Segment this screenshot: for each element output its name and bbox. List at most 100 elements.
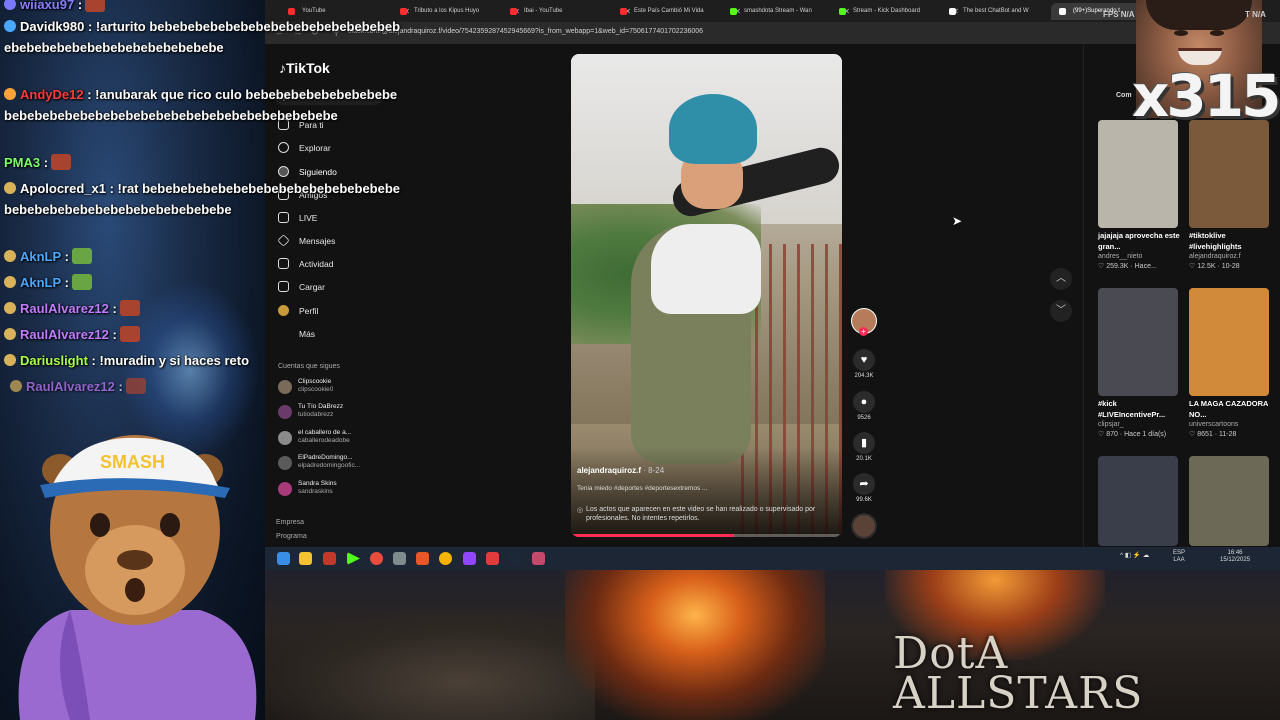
recommended-video[interactable]: #kick #LIVEIncentivePr... clipsjar_ ♡ 87… — [1098, 288, 1180, 440]
video-progress-fill — [571, 534, 734, 537]
video-date: · 8-24 — [643, 466, 665, 475]
chat-message: Apolocred_x1 : !rat bebebebebebebebebebe… — [4, 178, 400, 220]
windows-taskbar: ^ ◧ ⚡ ☁ ESP LAA 16:46 15/12/2025 — [265, 547, 1280, 570]
video-thumbnail — [1189, 288, 1269, 396]
footer-link-programa[interactable]: Programa — [276, 533, 307, 540]
video-title: #tiktoklive #livehighlights — [1189, 231, 1242, 251]
language-indicator[interactable]: ESP LAA — [1173, 550, 1185, 564]
tiktok-page: ♪TikTok ⚲ Buscar Para ti Explorar Siguien… — [265, 44, 1280, 547]
nav-perfil[interactable]: Perfil — [278, 303, 318, 319]
comment-icon: ● — [853, 391, 875, 413]
avatar — [278, 431, 292, 445]
video-thumbnail — [1189, 456, 1269, 546]
recommended-video[interactable] — [1189, 456, 1271, 546]
video-user: alejandraquiroz.f — [1189, 253, 1241, 260]
nav-cargar[interactable]: Cargar — [278, 279, 325, 295]
video-title: LA MAGA CAZADORA NO... — [1189, 399, 1269, 419]
kick-icon — [839, 8, 846, 15]
windows-start-icon[interactable] — [277, 552, 290, 565]
subscriber-badge-icon — [4, 182, 16, 194]
like-button[interactable]: ♥ 204.3K — [850, 349, 878, 379]
tiktok-logo[interactable]: ♪TikTok — [279, 60, 330, 76]
app-icon[interactable] — [323, 552, 336, 565]
play-icon[interactable] — [347, 552, 360, 565]
emote-icon — [51, 154, 72, 170]
video-thumbnail — [1098, 120, 1178, 228]
video-thumbnail — [1098, 288, 1178, 396]
steam-icon[interactable] — [509, 552, 522, 565]
chat-message: Davidk980 : !arturito bebebebebebebebebe… — [4, 16, 400, 58]
nav-label: Actividad — [299, 259, 334, 269]
account-name: Clipscookie — [298, 378, 332, 385]
next-video-chevron-down-icon[interactable]: ﹀ — [1050, 300, 1072, 322]
app-icon[interactable] — [486, 552, 499, 565]
webcam-eye — [1174, 30, 1188, 36]
webcam-eye — [1210, 30, 1224, 36]
chat-message: wiiaxu97 : — [4, 0, 106, 15]
frog-emote-icon — [71, 248, 92, 264]
chat-message: RaulAlvarez12 : — [4, 324, 140, 345]
app-icon[interactable] — [393, 552, 406, 565]
chat-text: : — [64, 249, 69, 264]
chat-text: : — [112, 301, 117, 316]
kick-icon — [730, 8, 737, 15]
following-account[interactable]: el caballero de a... caballerodeadobe — [278, 429, 351, 449]
share-count: 99.6K — [856, 497, 872, 503]
tab-comments[interactable]: Com — [1116, 92, 1132, 99]
nav-mensajes[interactable]: Mensajes — [277, 233, 335, 249]
system-tray-icons[interactable]: ^ ◧ ⚡ ☁ — [1120, 551, 1149, 559]
chat-username: AknLP — [20, 275, 61, 290]
video-user: clipsjar_ — [1098, 421, 1124, 428]
profile-avatar-icon — [278, 305, 289, 316]
chat-message: Dariuslight : !muradin y si haces reto — [4, 350, 249, 371]
url-input[interactable]: tiktok.com/@alejandraquiroz.f/video/7542… — [348, 28, 703, 35]
fps-readout: FPS N/A — [1103, 10, 1135, 19]
following-account[interactable]: Sandra Skins sandraskins — [278, 480, 337, 500]
twitch-icon[interactable] — [463, 552, 476, 565]
emote-icon — [125, 378, 146, 394]
file-explorer-icon[interactable] — [299, 552, 312, 565]
nav-actividad[interactable]: Actividad — [278, 256, 334, 272]
avatar — [278, 482, 292, 496]
footer-link-empresa[interactable]: Empresa — [276, 519, 304, 526]
app-icon[interactable] — [532, 552, 545, 565]
account-handle: clipscookie0 — [298, 386, 334, 393]
following-account[interactable]: Clipscookie clipscookie0 — [278, 378, 333, 398]
clock-time: 16:46 — [1227, 550, 1243, 556]
chat-username: Apolocred_x1 — [20, 181, 106, 196]
subscriber-badge-icon — [4, 250, 16, 262]
subscriber-badge-icon — [4, 88, 16, 100]
emote-icon — [119, 326, 140, 342]
video-author[interactable]: alejandraquiroz.f · 8-24 — [577, 466, 664, 475]
music-disc-icon[interactable] — [851, 513, 877, 539]
keyboard-layout: LAA — [1173, 557, 1185, 563]
recommended-video[interactable]: #tiktoklive #livehighlights alejandraqui… — [1189, 120, 1271, 272]
follow-plus-icon[interactable]: + — [859, 327, 868, 336]
subscriber-badge-icon — [4, 354, 16, 366]
chat-text: : — [118, 379, 123, 394]
following-account[interactable]: ElPadreDomingo... elpadredomingoofic... — [278, 454, 360, 474]
recommended-video[interactable] — [1098, 456, 1180, 546]
app-icon[interactable] — [370, 552, 383, 565]
chat-message: RaulAlvarez12 : — [10, 376, 146, 397]
chat-username: RaulAlvarez12 — [20, 327, 109, 342]
chrome-icon[interactable] — [439, 552, 452, 565]
tab-label: Ibai - YouTube — [524, 8, 563, 14]
comment-button[interactable]: ● 9526 — [850, 391, 878, 421]
recommended-video[interactable]: LA MAGA CAZADORA NO... universcartoons ♡… — [1189, 288, 1271, 440]
save-button[interactable]: ▮ 20.1K — [850, 432, 878, 462]
nav-mas[interactable]: Más — [278, 326, 315, 342]
activity-icon — [278, 258, 289, 269]
brave-icon[interactable] — [416, 552, 429, 565]
following-account[interactable]: Tu Tío DaBrezz tutiodabrezz — [278, 403, 343, 423]
recommended-video[interactable]: jajajaja aprovecha este gran... andres__… — [1098, 120, 1180, 272]
clock[interactable]: 16:46 15/12/2025 — [1220, 550, 1250, 564]
background-fire — [565, 570, 825, 720]
video-player[interactable]: alejandraquiroz.f · 8-24 Tenia miedo #de… — [571, 54, 842, 537]
video-progress-bar[interactable] — [571, 534, 842, 537]
nav-explorar[interactable]: Explorar — [278, 140, 331, 156]
share-button[interactable]: ➦ 99.6K — [850, 473, 878, 503]
mouse-cursor-icon: ➤ — [952, 214, 963, 228]
chat-message: RaulAlvarez12 : — [4, 298, 140, 319]
previous-video-chevron-up-icon[interactable]: ︿ — [1050, 268, 1072, 290]
